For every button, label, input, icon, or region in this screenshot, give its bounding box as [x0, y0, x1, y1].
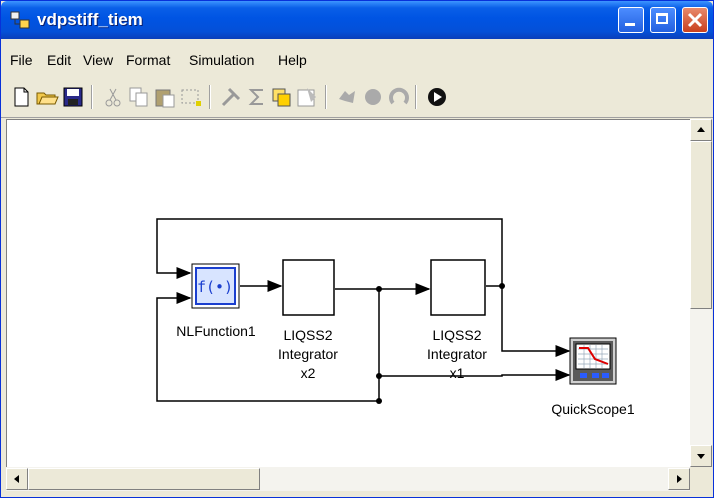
window-title: vdpstiff_tiem: [37, 10, 143, 29]
select-icon[interactable]: [179, 85, 203, 109]
diagram-canvas[interactable]: f(•) NLFunction1 LIQSS2 Integrator x2 LI…: [6, 119, 691, 468]
scroll-right-button[interactable]: [668, 468, 690, 490]
cut-icon[interactable]: [101, 85, 125, 109]
integrator-x1-label-1: LIQSS2: [432, 327, 481, 343]
arrow-left-icon: [14, 475, 19, 483]
new-file-icon[interactable]: [9, 85, 33, 109]
wire-x1-to-scope: [501, 286, 571, 357]
nlfunction-label: NLFunction1: [176, 323, 256, 339]
menu-view[interactable]: View: [83, 52, 113, 68]
minimize-button[interactable]: [618, 7, 644, 33]
integrator-x1-label-3: x1: [450, 365, 465, 381]
block-icon[interactable]: [269, 85, 293, 109]
paste-icon[interactable]: [153, 85, 177, 109]
record-icon[interactable]: [361, 85, 385, 109]
minimize-icon: [625, 23, 635, 26]
scroll-left-button[interactable]: [6, 468, 28, 490]
wrench-icon[interactable]: [219, 85, 243, 109]
toolbar-separator: [325, 85, 327, 109]
integrator-x2-block[interactable]: [282, 259, 335, 316]
toolbar: [1, 77, 713, 118]
integrator-x2-label-2: Integrator: [278, 346, 338, 362]
close-icon: [687, 12, 703, 28]
title-bar[interactable]: vdpstiff_tiem: [1, 1, 713, 39]
vertical-scrollbar[interactable]: [690, 119, 712, 467]
integrator-x2-label-1: LIQSS2: [283, 327, 332, 343]
vertical-scroll-thumb[interactable]: [690, 141, 712, 309]
menu-simulation[interactable]: Simulation: [189, 52, 254, 68]
wire-x2-to-scope: [379, 369, 571, 381]
menu-bar: File Edit View Format Simulation Help: [1, 39, 713, 78]
quickscope-label: QuickScope1: [551, 401, 634, 417]
integrator-x1-block[interactable]: [430, 259, 486, 316]
app-icon: [10, 11, 30, 29]
copy-icon[interactable]: [127, 85, 151, 109]
nlfunction-symbol: f(•): [197, 278, 233, 296]
junction-dot: [376, 373, 382, 379]
toolbar-separator: [91, 85, 93, 109]
quickscope-block[interactable]: [569, 337, 617, 385]
integrator-x1-label-2: Integrator: [427, 346, 487, 362]
junction-dot: [376, 286, 382, 292]
properties-icon[interactable]: [295, 85, 319, 109]
maximize-icon: [656, 13, 668, 24]
wire-feedback-bottom: [156, 289, 380, 402]
menu-format[interactable]: Format: [126, 52, 170, 68]
menu-edit[interactable]: Edit: [47, 52, 71, 68]
save-icon[interactable]: [61, 85, 85, 109]
app-window: vdpstiff_tiem File Edit View Format Simu…: [0, 0, 714, 498]
horizontal-scrollbar[interactable]: [6, 467, 690, 491]
menu-file[interactable]: File: [10, 52, 33, 68]
arrow-down-icon: [697, 454, 705, 459]
toolbar-separator: [209, 85, 211, 109]
arrow-right-icon: [677, 475, 682, 483]
nlfunction-block[interactable]: f(•): [191, 263, 240, 309]
integrator-x2-label-3: x2: [301, 365, 316, 381]
reset-icon[interactable]: [387, 85, 411, 109]
junction-dot: [376, 398, 382, 404]
maximize-button[interactable]: [650, 7, 676, 33]
run-icon[interactable]: [425, 85, 449, 109]
block-diagram: f(•) NLFunction1 LIQSS2 Integrator x2 LI…: [156, 218, 635, 417]
rotate-icon[interactable]: [335, 85, 359, 109]
close-button[interactable]: [682, 7, 708, 33]
toolbar-separator: [415, 85, 417, 109]
horizontal-scroll-thumb[interactable]: [28, 468, 260, 490]
size-grip[interactable]: [690, 467, 712, 491]
junction-dot: [499, 283, 505, 289]
sigma-icon[interactable]: [245, 85, 269, 109]
menu-help[interactable]: Help: [278, 52, 307, 68]
arrow-up-icon: [697, 127, 705, 132]
open-folder-icon[interactable]: [35, 85, 59, 109]
scroll-up-button[interactable]: [690, 119, 712, 141]
scroll-down-button[interactable]: [690, 445, 712, 467]
